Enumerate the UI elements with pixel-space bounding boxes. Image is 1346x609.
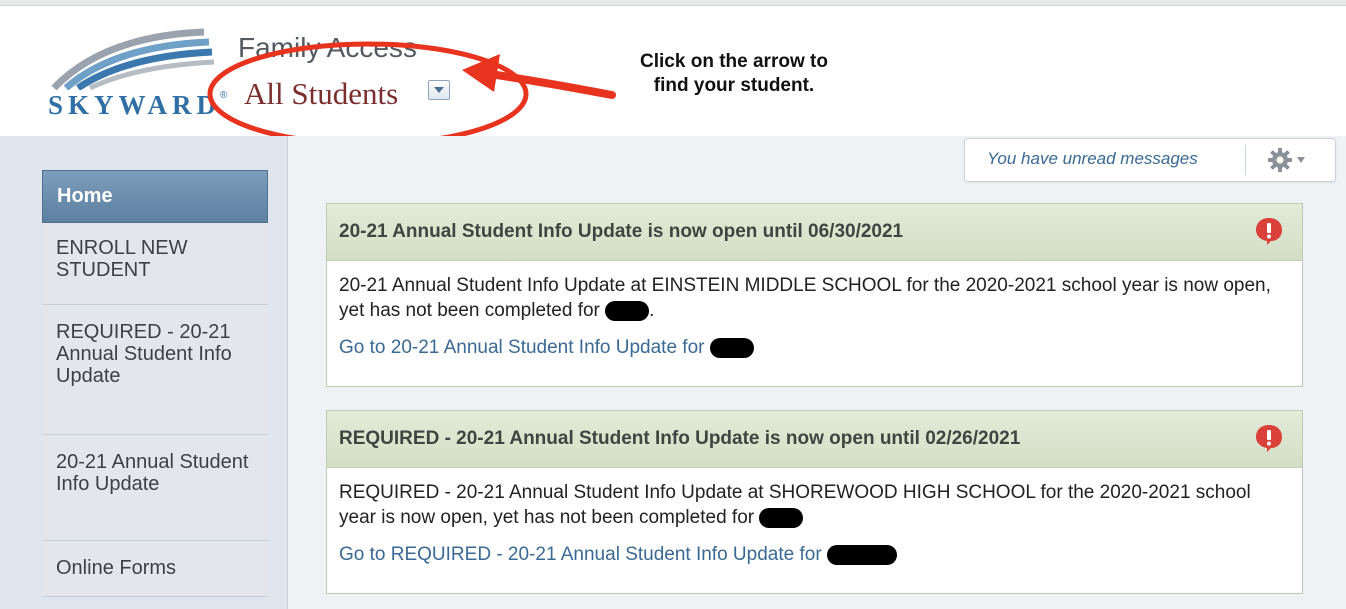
sidebar-item-home[interactable]: Home bbox=[42, 170, 268, 223]
alert-icon bbox=[1256, 218, 1282, 245]
registered-mark: ® bbox=[220, 90, 228, 101]
notification-card: REQUIRED - 20-21 Annual Student Info Upd… bbox=[326, 410, 1303, 594]
redacted-name bbox=[709, 337, 754, 358]
redacted-name bbox=[826, 544, 897, 565]
redacted-name bbox=[759, 507, 804, 528]
notification-header: REQUIRED - 20-21 Annual Student Info Upd… bbox=[327, 411, 1302, 468]
sidebar-item-enroll-new-student[interactable]: ENROLL NEW STUDENT bbox=[42, 223, 268, 305]
sidebar-item-online-forms[interactable]: Online Forms bbox=[42, 541, 268, 597]
annotation-line-2: find your student. bbox=[653, 75, 815, 96]
notification-link[interactable]: Go to REQUIRED - 20-21 Annual Student In… bbox=[339, 542, 822, 567]
notification-card: 20-21 Annual Student Info Update is now … bbox=[326, 203, 1303, 387]
alert-icon bbox=[1256, 425, 1282, 452]
notification-body: REQUIRED - 20-21 Annual Student Info Upd… bbox=[327, 468, 1302, 567]
app-title: Family Access bbox=[238, 32, 417, 63]
notification-title: 20-21 Annual Student Info Update is now … bbox=[339, 221, 904, 242]
logo-swoosh-icon bbox=[51, 28, 215, 91]
sidebar-nav: Home ENROLL NEW STUDENT REQUIRED - 20-21… bbox=[42, 170, 268, 597]
gear-icon bbox=[1268, 148, 1305, 172]
toolbar-divider bbox=[1245, 145, 1246, 175]
student-selector-label[interactable]: All Students bbox=[244, 76, 398, 112]
notification-header: 20-21 Annual Student Info Update is now … bbox=[327, 204, 1302, 261]
settings-menu-button[interactable] bbox=[1267, 147, 1307, 173]
notification-title: REQUIRED - 20-21 Annual Student Info Upd… bbox=[339, 428, 1021, 449]
notification-body: 20-21 Annual Student Info Update at EINS… bbox=[339, 275, 1271, 360]
chevron-down-icon bbox=[1297, 157, 1305, 163]
instruction-annotation: Click on the arrow to find your student. bbox=[604, 50, 864, 98]
sidebar-item-required-update[interactable]: REQUIRED - 20-21 Annual Student Info Upd… bbox=[42, 305, 268, 435]
sidebar-item-annual-update[interactable]: 20-21 Annual Student Info Update bbox=[42, 435, 268, 541]
logo-wordmark: SKYWARD bbox=[48, 90, 222, 120]
skyward-logo: SKYWARD ® bbox=[44, 28, 234, 120]
message-toolbar: You have unread messages bbox=[964, 138, 1336, 182]
dropdown-arrow-icon bbox=[434, 87, 444, 93]
student-dropdown-button[interactable] bbox=[428, 80, 450, 100]
redacted-name bbox=[605, 300, 650, 321]
notification-text: 20-21 Annual Student Info Update at EINS… bbox=[339, 275, 1271, 321]
notification-link[interactable]: Go to 20-21 Annual Student Info Update f… bbox=[339, 335, 704, 360]
unread-messages-link[interactable]: You have unread messages bbox=[987, 149, 1198, 169]
annotation-line-1: Click on the arrow to bbox=[640, 51, 828, 72]
